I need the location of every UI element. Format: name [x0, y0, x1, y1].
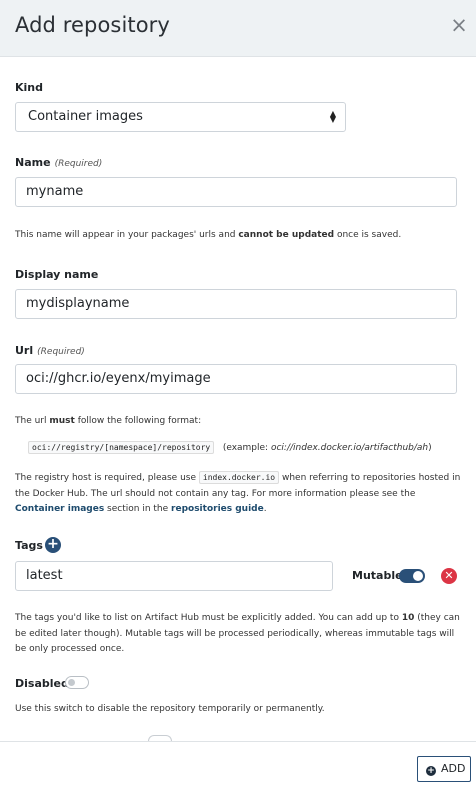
add-tag-plus-icon[interactable]: +	[45, 537, 61, 553]
registry-code: index.docker.io	[198, 471, 280, 484]
url-format-example: oci://registry/[namespace]/repository (e…	[28, 441, 432, 454]
disabled-label: Disabled	[15, 677, 69, 690]
close-icon[interactable]: ×	[448, 12, 470, 38]
url-label: Url (Required)	[15, 344, 85, 357]
modal-footer: + ADD	[0, 741, 476, 789]
display-name-input[interactable]: mydisplayname	[15, 289, 457, 319]
name-input[interactable]: myname	[15, 177, 457, 207]
tags-help: The tags you'd like to list on Artifact …	[15, 613, 460, 654]
url-format-code: oci://registry/[namespace]/repository	[28, 441, 215, 454]
select-caret-icon: ▲ ▼	[329, 109, 336, 124]
modal-title: Add repository	[15, 13, 170, 37]
url-format-help: The url must follow the following format…	[15, 416, 202, 426]
modal-header: Add repository ×	[0, 0, 476, 57]
remove-tag-icon[interactable]: ✕	[441, 568, 457, 584]
disabled-toggle[interactable]	[65, 676, 89, 689]
add-button[interactable]: + ADD	[417, 756, 471, 782]
tag-input[interactable]: latest	[15, 561, 333, 591]
disabled-help: Use this switch to disable the repositor…	[15, 704, 325, 714]
url-required: (Required)	[37, 347, 85, 357]
kind-label: Kind	[15, 81, 43, 94]
url-input[interactable]: oci://ghcr.io/eyenx/myimage	[15, 364, 457, 394]
mutable-label: Mutable	[352, 569, 403, 582]
mutable-toggle[interactable]	[399, 569, 425, 583]
name-help: This name will appear in your packages' …	[15, 230, 402, 240]
container-images-link[interactable]: Container images	[15, 504, 104, 514]
add-button-label: ADD	[441, 762, 466, 775]
repositories-guide-link[interactable]: repositories guide	[171, 504, 264, 514]
plus-circle-icon: +	[426, 766, 436, 776]
kind-select[interactable]: Container images ▲ ▼	[15, 102, 346, 132]
name-required: (Required)	[54, 159, 103, 169]
display-name-label: Display name	[15, 268, 99, 281]
registry-help: The registry host is required, please us…	[15, 471, 461, 514]
name-label: Name (Required)	[15, 156, 103, 169]
kind-select-value: Container images	[28, 109, 143, 124]
tags-label: Tags	[15, 539, 43, 552]
